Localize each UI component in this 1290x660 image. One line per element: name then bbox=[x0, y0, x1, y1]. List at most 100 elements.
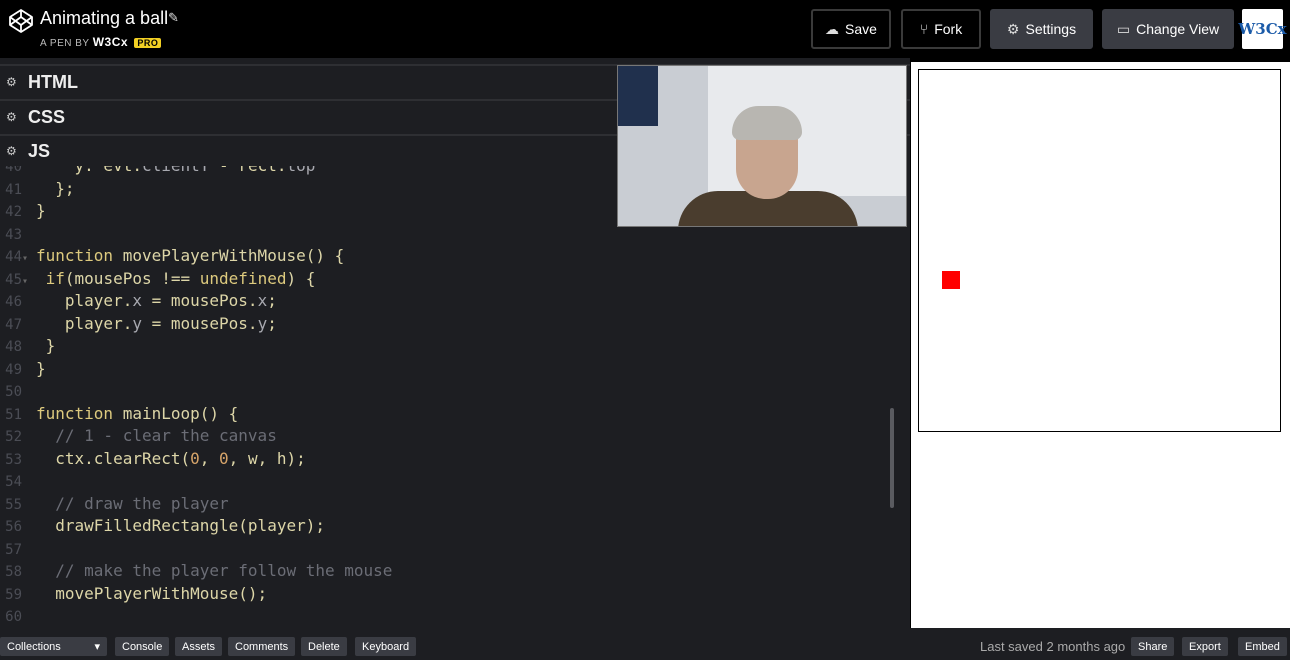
save-label: Save bbox=[845, 21, 877, 37]
byline-prefix: A PEN BY bbox=[40, 38, 90, 49]
fork-icon: ⑂ bbox=[919, 21, 929, 37]
window-background bbox=[618, 66, 658, 126]
line-number: 44 bbox=[5, 249, 22, 265]
line-number: 49 bbox=[5, 361, 22, 378]
code-line[interactable]: 40 y: evt.clientY - rect.top bbox=[0, 166, 315, 177]
chevron-down-icon: ▾ bbox=[94, 641, 100, 653]
change-view-button[interactable]: ▭ Change View bbox=[1102, 9, 1234, 49]
header-bar: Animating a ball ✎ A PEN BY W3Cx PRO ☁ S… bbox=[0, 0, 1290, 58]
layout-icon: ▭ bbox=[1116, 20, 1131, 37]
code-line[interactable]: 60 bbox=[0, 605, 36, 627]
pro-badge: PRO bbox=[134, 38, 162, 48]
code-line[interactable]: 50 bbox=[0, 380, 36, 402]
editor-scrollbar[interactable] bbox=[890, 408, 894, 508]
edit-title-pencil-icon[interactable]: ✎ bbox=[168, 10, 179, 26]
keyboard-button[interactable]: Keyboard bbox=[355, 637, 417, 656]
code-line[interactable]: 43 bbox=[0, 223, 36, 245]
code-line[interactable]: 55 // draw the player bbox=[0, 493, 229, 515]
line-number: 51 bbox=[5, 406, 22, 423]
code-text: } bbox=[36, 336, 56, 355]
collections-dropdown[interactable]: Collections ▾ bbox=[0, 637, 107, 656]
codepen-logo-icon[interactable] bbox=[8, 8, 34, 34]
comments-button[interactable]: Comments bbox=[228, 637, 296, 656]
code-line[interactable]: 54 bbox=[0, 470, 36, 492]
line-number: 54 bbox=[5, 474, 22, 490]
css-settings-gear-icon[interactable]: ⚙ bbox=[6, 110, 20, 124]
line-number: 59 bbox=[5, 586, 22, 603]
footer-bar: Collections ▾ Console Assets Comments De… bbox=[0, 628, 1290, 660]
presenter-hair bbox=[732, 106, 802, 140]
export-button[interactable]: Export bbox=[1182, 637, 1228, 656]
code-text: // draw the player bbox=[55, 493, 229, 513]
line-number: 42 bbox=[5, 204, 22, 220]
code-text: player.y = mousePos.y; bbox=[36, 313, 277, 333]
code-text: function mainLoop() { bbox=[36, 403, 239, 423]
code-text: drawFilledRectangle(player); bbox=[36, 516, 325, 535]
gear-icon: ⚙ bbox=[1006, 20, 1020, 37]
html-settings-gear-icon[interactable]: ⚙ bbox=[6, 75, 20, 89]
code-text: ctx.clearRect(0, 0, w, h); bbox=[36, 448, 306, 468]
code-line[interactable]: 44▾ function movePlayerWithMouse() { bbox=[0, 245, 344, 267]
js-settings-gear-icon[interactable]: ⚙ bbox=[6, 144, 20, 158]
js-code-editor[interactable]: 40 y: evt.clientY - rect.top41 };42}4344… bbox=[0, 166, 890, 628]
line-number: 47 bbox=[5, 316, 22, 333]
code-line[interactable]: 53 ctx.clearRect(0, 0, w, h); bbox=[0, 448, 306, 470]
code-line[interactable]: 56 drawFilledRectangle(player); bbox=[0, 515, 325, 537]
code-line[interactable]: 47 player.y = mousePos.y; bbox=[0, 313, 277, 335]
line-number: 57 bbox=[5, 541, 22, 558]
css-panel-title: CSS bbox=[28, 106, 66, 127]
game-canvas[interactable] bbox=[918, 69, 1281, 432]
line-number: 46 bbox=[5, 294, 22, 310]
code-text: // 1 - clear the canvas bbox=[55, 426, 277, 445]
html-panel-title: HTML bbox=[28, 71, 78, 92]
line-number: 40 bbox=[5, 166, 22, 175]
last-saved-status: Last saved 2 months ago bbox=[980, 639, 1126, 654]
code-text: }; bbox=[36, 178, 75, 198]
pen-title[interactable]: Animating a ball bbox=[40, 8, 168, 29]
code-text: movePlayerWithMouse(); bbox=[36, 583, 268, 603]
author-link[interactable]: W3Cx bbox=[93, 35, 128, 49]
line-number: 56 bbox=[5, 519, 22, 535]
code-line[interactable]: 48 } bbox=[0, 335, 55, 357]
code-line[interactable]: 41 }; bbox=[0, 178, 75, 200]
result-preview bbox=[911, 62, 1290, 628]
fork-label: Fork bbox=[934, 21, 963, 37]
player-square bbox=[942, 271, 960, 289]
share-button[interactable]: Share bbox=[1131, 637, 1175, 656]
code-text: player.x = mousePos.x; bbox=[36, 291, 277, 310]
line-number: 53 bbox=[5, 451, 22, 468]
code-text: } bbox=[36, 201, 46, 220]
delete-button[interactable]: Delete bbox=[301, 637, 347, 656]
code-line[interactable]: 46 player.x = mousePos.x; bbox=[0, 290, 277, 312]
code-text: function movePlayerWithMouse() { bbox=[36, 246, 345, 265]
save-button[interactable]: ☁ Save bbox=[811, 9, 891, 49]
change-view-label: Change View bbox=[1136, 21, 1220, 37]
line-number: 60 bbox=[5, 609, 22, 625]
embed-button[interactable]: Embed bbox=[1238, 637, 1287, 656]
code-text: if(mousePos !== undefined) { bbox=[45, 268, 316, 288]
code-line[interactable]: 42} bbox=[0, 200, 46, 222]
code-line[interactable]: 57 bbox=[0, 538, 36, 560]
pen-byline: A PEN BY W3Cx PRO bbox=[40, 35, 162, 49]
settings-button[interactable]: ⚙ Settings bbox=[990, 9, 1093, 49]
webcam-video-overlay bbox=[617, 65, 907, 227]
assets-button[interactable]: Assets bbox=[175, 637, 223, 656]
w3cx-avatar-logo[interactable]: W3Cx bbox=[1238, 9, 1287, 49]
code-line[interactable]: 45▾ if(mousePos !== undefined) { bbox=[0, 268, 315, 290]
line-number: 43 bbox=[5, 226, 22, 243]
code-line[interactable]: 52 // 1 - clear the canvas bbox=[0, 425, 277, 447]
line-number: 41 bbox=[5, 181, 22, 198]
code-line[interactable]: 49} bbox=[0, 358, 46, 380]
line-number: 58 bbox=[5, 564, 22, 580]
console-button[interactable]: Console bbox=[115, 637, 170, 656]
code-line[interactable]: 51 function mainLoop() { bbox=[0, 403, 238, 425]
settings-label: Settings bbox=[1025, 21, 1077, 37]
js-panel-title: JS bbox=[28, 140, 51, 161]
code-line[interactable]: 58 // make the player follow the mouse bbox=[0, 560, 392, 582]
line-number: 52 bbox=[5, 429, 22, 445]
fork-button[interactable]: ⑂ Fork bbox=[901, 9, 981, 49]
collections-label: Collections bbox=[7, 640, 61, 653]
code-text: y: evt.clientY - rect.top bbox=[36, 166, 316, 175]
code-line[interactable]: 59 movePlayerWithMouse(); bbox=[0, 583, 267, 605]
code-text: } bbox=[36, 358, 46, 378]
